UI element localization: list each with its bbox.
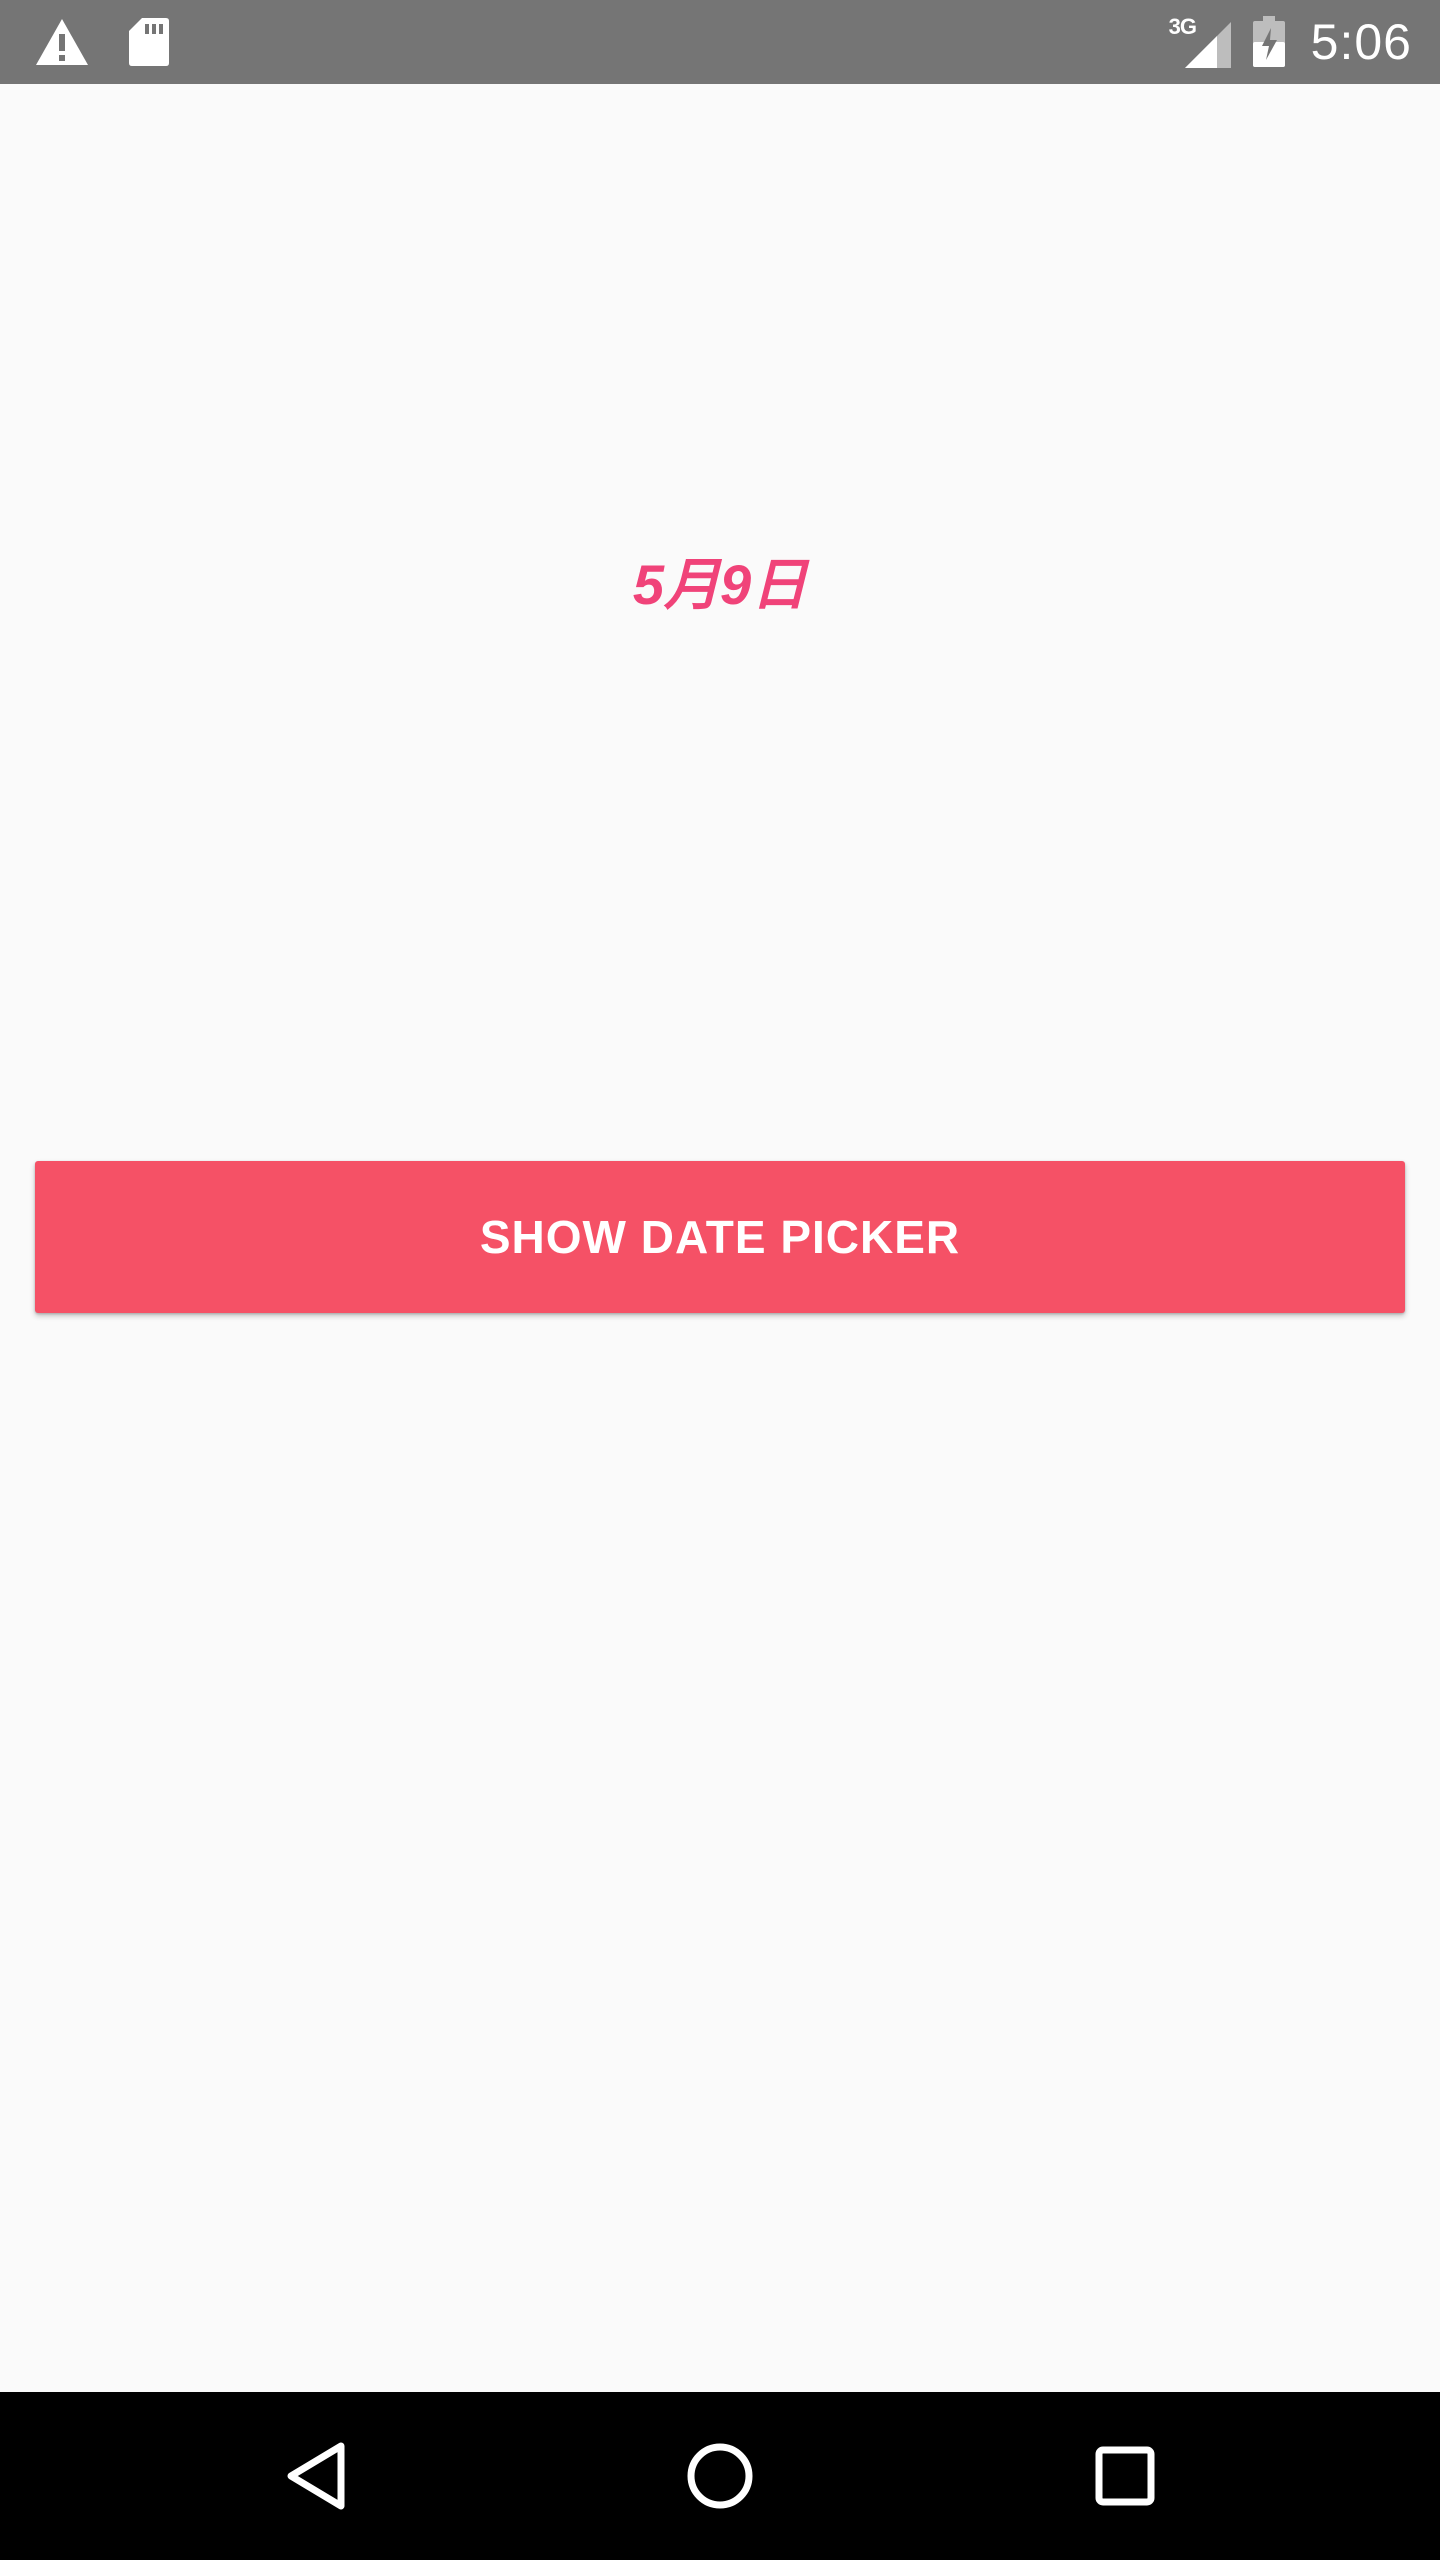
battery-charging-icon: [1251, 16, 1287, 68]
recents-icon: [1095, 2446, 1155, 2506]
status-clock: 5:06: [1310, 14, 1412, 70]
selected-date-text: 5月9日: [632, 553, 808, 616]
home-icon: [687, 2443, 753, 2509]
nav-home-button[interactable]: [670, 2426, 770, 2526]
app-screen: 3G 5:06 5月9日 SHOW DATE PICKER: [0, 0, 1440, 2560]
status-bar: 3G 5:06: [0, 0, 1440, 84]
navigation-bar: [0, 2392, 1440, 2560]
status-notifications: [34, 0, 170, 84]
show-date-picker-button[interactable]: SHOW DATE PICKER: [35, 1161, 1405, 1313]
cell-signal-indicator: 3G: [1169, 14, 1233, 70]
nav-back-button[interactable]: [266, 2426, 366, 2526]
cell-signal-icon: [1184, 22, 1231, 68]
sd-card-icon: [128, 16, 170, 68]
nav-recents-button[interactable]: [1075, 2426, 1175, 2526]
status-system-icons: 3G 5:06: [1169, 0, 1412, 84]
warning-icon: [34, 17, 90, 67]
back-icon: [287, 2442, 345, 2510]
